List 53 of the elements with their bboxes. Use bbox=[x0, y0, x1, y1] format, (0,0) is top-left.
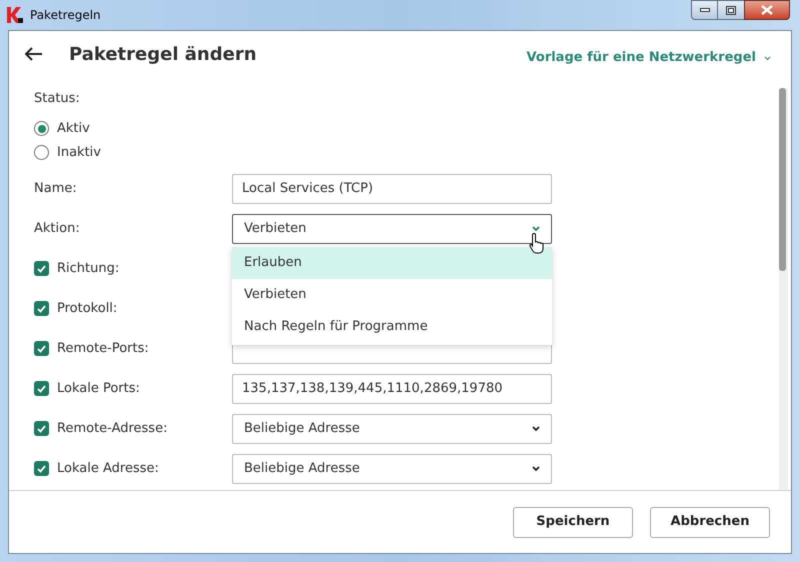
page-title: Paketregel ändern bbox=[69, 42, 257, 66]
field-label: Name: bbox=[34, 180, 77, 198]
field-label: Lokale Ports: bbox=[57, 380, 140, 398]
dropdown[interactable]: Beliebige Adresse bbox=[232, 454, 552, 484]
checkmark-icon bbox=[37, 464, 46, 472]
dropdown[interactable]: Verbieten bbox=[232, 214, 552, 244]
template-link[interactable]: Vorlage für eine Netzwerkregel bbox=[526, 48, 771, 68]
radio-option[interactable]: Aktiv bbox=[34, 120, 779, 136]
checkbox[interactable] bbox=[34, 381, 49, 396]
chevron-down-icon bbox=[532, 466, 540, 472]
footer-button[interactable]: Speichern bbox=[513, 506, 633, 538]
checkmark-icon bbox=[37, 264, 46, 272]
window-title: Paketregeln bbox=[30, 7, 101, 24]
footer-button[interactable]: Abbrechen bbox=[650, 506, 770, 538]
input-field[interactable]: 135,137,138,139,445,1110,2869,19780 bbox=[232, 374, 552, 404]
field-label: Richtung: bbox=[57, 260, 120, 278]
status-label: Status: bbox=[34, 90, 81, 108]
radio-option[interactable]: Inaktiv bbox=[34, 144, 779, 160]
checkbox[interactable] bbox=[34, 421, 49, 436]
hand-cursor-icon bbox=[529, 232, 545, 254]
checkmark-icon bbox=[37, 304, 46, 312]
dropdown-option[interactable]: Verbieten bbox=[232, 278, 552, 310]
checkbox[interactable] bbox=[34, 261, 49, 276]
back-arrow-icon[interactable] bbox=[25, 47, 43, 61]
checkbox[interactable] bbox=[34, 461, 49, 476]
close-button[interactable] bbox=[744, 0, 790, 20]
minimize-icon bbox=[700, 8, 710, 12]
checkbox[interactable] bbox=[34, 341, 49, 356]
scrollbar[interactable] bbox=[779, 88, 788, 490]
dropdown-option[interactable]: Erlauben bbox=[232, 246, 552, 278]
field-label: Protokoll: bbox=[57, 300, 118, 318]
radio-button[interactable] bbox=[34, 145, 49, 160]
chevron-down-icon bbox=[532, 426, 540, 432]
dropdown-option[interactable]: Nach Regeln für Programme bbox=[232, 310, 552, 342]
scrollbar-thumb[interactable] bbox=[779, 88, 786, 271]
chevron-down-icon bbox=[532, 226, 540, 232]
minimize-button[interactable] bbox=[691, 0, 718, 20]
chevron-down-icon bbox=[764, 56, 771, 60]
field-label: Aktion: bbox=[34, 220, 80, 238]
radio-button[interactable] bbox=[34, 121, 49, 136]
field-label: Remote-Adresse: bbox=[57, 420, 168, 438]
checkmark-icon bbox=[37, 424, 46, 432]
maximize-icon bbox=[726, 6, 736, 14]
field-label: Lokale Adresse: bbox=[57, 460, 159, 478]
dropdown[interactable]: Beliebige Adresse bbox=[232, 414, 552, 444]
close-icon bbox=[761, 5, 773, 15]
field-label: Remote-Ports: bbox=[57, 340, 149, 358]
input-field[interactable]: Local Services (TCP) bbox=[232, 174, 552, 204]
checkbox[interactable] bbox=[34, 301, 49, 316]
checkmark-icon bbox=[37, 344, 46, 352]
checkmark-icon bbox=[37, 384, 46, 392]
maximize-button[interactable] bbox=[718, 0, 744, 20]
app-logo-icon bbox=[6, 6, 24, 24]
